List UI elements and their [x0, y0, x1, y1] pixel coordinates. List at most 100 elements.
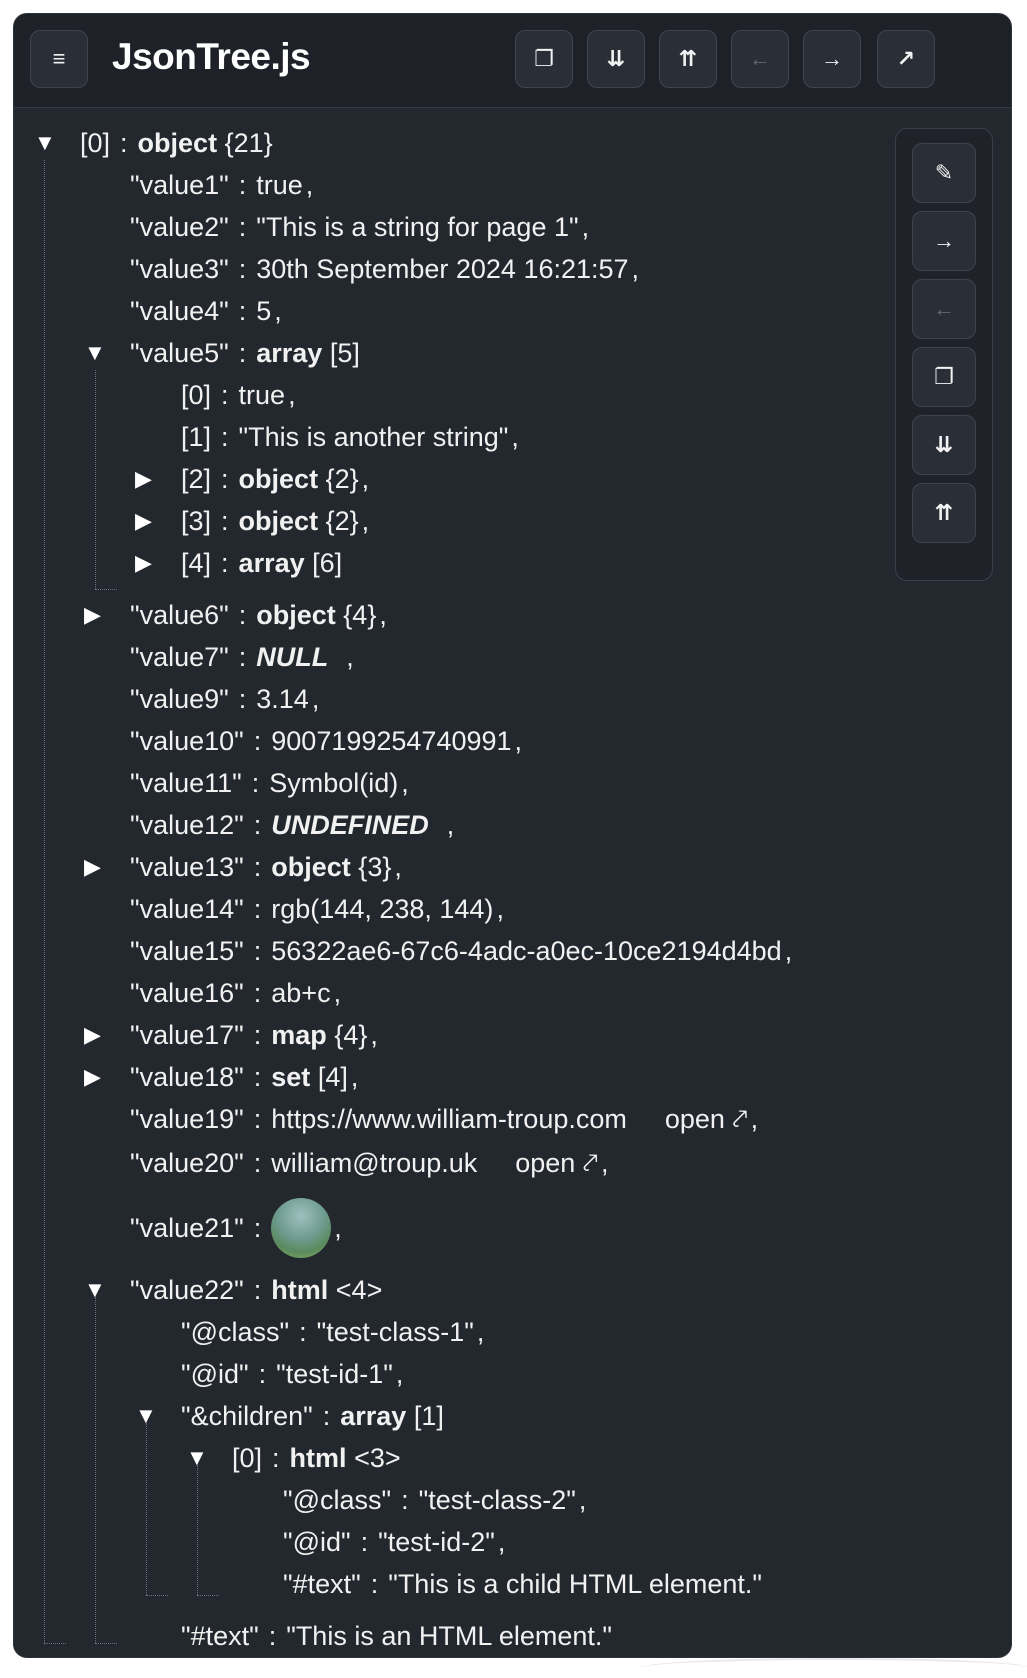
node-key: "@id"	[283, 1527, 351, 1557]
tree-row[interactable]: "value16": ab+c,	[130, 975, 341, 1011]
node-key: "value6"	[130, 600, 229, 630]
node-value[interactable]: "test-class-1"	[317, 1317, 474, 1347]
expand-toggle-icon[interactable]: ▶	[84, 1059, 101, 1095]
tree-row[interactable]: "@class": "test-class-2",	[283, 1482, 586, 1518]
node-value[interactable]: UNDEFINED	[271, 810, 429, 840]
side-copy-button[interactable]: ❐	[912, 347, 976, 407]
tree-row[interactable]: [1]: "This is another string",	[181, 419, 519, 455]
menu-button[interactable]: ≡	[30, 30, 88, 88]
email-value[interactable]: william@troup.uk	[271, 1148, 477, 1178]
tree-row[interactable]: "value3":30th September 2024 16:21:57,	[130, 251, 639, 287]
popout-button[interactable]: ↗	[877, 30, 935, 88]
tree-row[interactable]: "value9":3.14,	[130, 681, 319, 717]
collapse-toggle-icon[interactable]: ▼	[135, 1398, 157, 1434]
url-value[interactable]: https://www.william-troup.com	[271, 1104, 627, 1134]
tree-row[interactable]: "value18": set [4],	[130, 1059, 358, 1095]
node-value[interactable]: Symbol(id)	[269, 768, 398, 798]
side-collapse-button[interactable]: ⇈	[912, 483, 976, 543]
expand-toggle-icon[interactable]: ▶	[135, 545, 152, 581]
node-value[interactable]: true	[256, 170, 303, 200]
collapse-toggle-icon[interactable]: ▼	[84, 1272, 106, 1308]
node-value[interactable]: "This is a child HTML element."	[388, 1569, 762, 1599]
node-value[interactable]: "test-id-1"	[276, 1359, 393, 1389]
tree-row[interactable]: [2]: object {2},	[181, 461, 369, 497]
node-value[interactable]: "test-id-2"	[378, 1527, 495, 1557]
expand-toggle-icon[interactable]: ▶	[135, 461, 152, 497]
separator: :	[268, 1621, 277, 1651]
node-key: "value10"	[130, 726, 244, 756]
arrow-left-icon: ←	[933, 296, 955, 321]
expand-toggle-icon[interactable]: ▶	[84, 597, 101, 633]
open-link[interactable]: open ⤤	[665, 1104, 748, 1134]
back-button[interactable]: ←	[731, 30, 789, 88]
tree-row[interactable]: "#text": "This is a child HTML element."	[283, 1566, 762, 1602]
tree-row[interactable]: "value5": array [5]	[130, 335, 360, 371]
tree-row[interactable]: "value13": object {3},	[130, 849, 402, 885]
tree-row[interactable]: [4]: array [6]	[181, 545, 342, 581]
collapse-toggle-icon[interactable]: ▼	[186, 1440, 208, 1476]
forward-button[interactable]: →	[803, 30, 861, 88]
tree-row[interactable]: "&children": array [1]	[181, 1398, 444, 1434]
node-key: "value14"	[130, 894, 244, 924]
tree-row[interactable]: "value14": rgb(144, 238, 144),	[130, 891, 504, 927]
node-value[interactable]: rgb(144, 238, 144)	[271, 894, 493, 924]
tree-row[interactable]: "value21":,	[130, 1198, 342, 1258]
side-expand-button[interactable]: ⇊	[912, 415, 976, 475]
expand-toggle-icon[interactable]: ▶	[135, 503, 152, 539]
node-count: {2}	[325, 506, 359, 536]
node-value[interactable]: true	[239, 380, 286, 410]
tree-row[interactable]: "value10":9007199254740991,	[130, 723, 522, 759]
node-key: "value2"	[130, 212, 229, 242]
separator: :	[253, 1148, 262, 1178]
open-link[interactable]: open ⤤	[515, 1148, 598, 1178]
node-value[interactable]: "This is a string for page 1"	[256, 212, 578, 242]
tree-row[interactable]: "value11": Symbol(id),	[130, 765, 409, 801]
node-value[interactable]: 30th September 2024 16:21:57	[256, 254, 628, 284]
copy-button[interactable]: ❐	[515, 30, 573, 88]
tree-row[interactable]: "value1": true,	[130, 167, 313, 203]
tree-row[interactable]: "value20": william@troup.uk open ⤤,	[130, 1145, 609, 1181]
node-count: <3>	[354, 1443, 401, 1473]
node-value[interactable]: 9007199254740991	[271, 726, 511, 756]
tree-row[interactable]: "value15":56322ae6-67c6-4adc-a0ec-10ce21…	[130, 933, 792, 969]
tree-row[interactable]: "value2": "This is a string for page 1",	[130, 209, 589, 245]
tree-row[interactable]: "value6": object {4},	[130, 597, 387, 633]
separator: :	[360, 1527, 369, 1557]
node-value[interactable]: "This is another string"	[239, 422, 509, 452]
node-value[interactable]: NULL	[256, 642, 328, 672]
tree-row[interactable]: "@id": "test-id-1",	[181, 1356, 403, 1392]
expand-all-button[interactable]: ⇊	[587, 30, 645, 88]
tree-row[interactable]: [0]: html <3>	[232, 1440, 401, 1476]
collapse-all-button[interactable]: ⇈	[659, 30, 717, 88]
tree-row[interactable]: "@class": "test-class-1",	[181, 1314, 484, 1350]
tree-row[interactable]: "value7": NULL ,	[130, 639, 354, 675]
prev-button[interactable]: ←	[912, 279, 976, 339]
json-tree-panel: ≡ JsonTree.js ❐ ⇊ ⇈ ← → ↗ ✎ → ← ❐ ⇊ ⇈ ▼ …	[13, 13, 1012, 1658]
image-thumbnail[interactable]	[271, 1198, 332, 1258]
tree-row[interactable]: [0]: object {21}	[80, 125, 273, 161]
tree-row[interactable]: "value22": html <4>	[130, 1272, 382, 1308]
next-button[interactable]: →	[912, 211, 976, 271]
node-value[interactable]: 3.14	[256, 684, 309, 714]
edit-button[interactable]: ✎	[912, 143, 976, 203]
node-key: "value13"	[130, 852, 244, 882]
separator: :	[238, 170, 247, 200]
tree-row[interactable]: [0]: true,	[181, 377, 296, 413]
collapse-toggle-icon[interactable]: ▼	[34, 125, 56, 161]
tree-row[interactable]: "@id": "test-id-2",	[283, 1524, 505, 1560]
tree-row[interactable]: "value12": UNDEFINED ,	[130, 807, 454, 843]
tree-row[interactable]: "value17": map {4},	[130, 1017, 378, 1053]
tree-row[interactable]: "value4":5,	[130, 293, 282, 329]
tree-row[interactable]: "value19": https://www.william-troup.com o…	[130, 1101, 758, 1137]
node-value[interactable]: 5	[256, 296, 271, 326]
node-value[interactable]: "This is an HTML element."	[286, 1621, 612, 1651]
tree-row[interactable]: "#text": "This is an HTML element."	[181, 1618, 612, 1654]
node-value[interactable]: ab+c	[271, 978, 330, 1008]
tree-row[interactable]: [3]: object {2},	[181, 503, 369, 539]
node-value[interactable]: "test-class-2"	[419, 1485, 576, 1515]
expand-toggle-icon[interactable]: ▶	[84, 1017, 101, 1053]
comma: ,	[401, 768, 409, 798]
node-value[interactable]: 56322ae6-67c6-4adc-a0ec-10ce2194d4bd	[271, 936, 781, 966]
expand-toggle-icon[interactable]: ▶	[84, 849, 101, 885]
collapse-toggle-icon[interactable]: ▼	[84, 335, 106, 371]
